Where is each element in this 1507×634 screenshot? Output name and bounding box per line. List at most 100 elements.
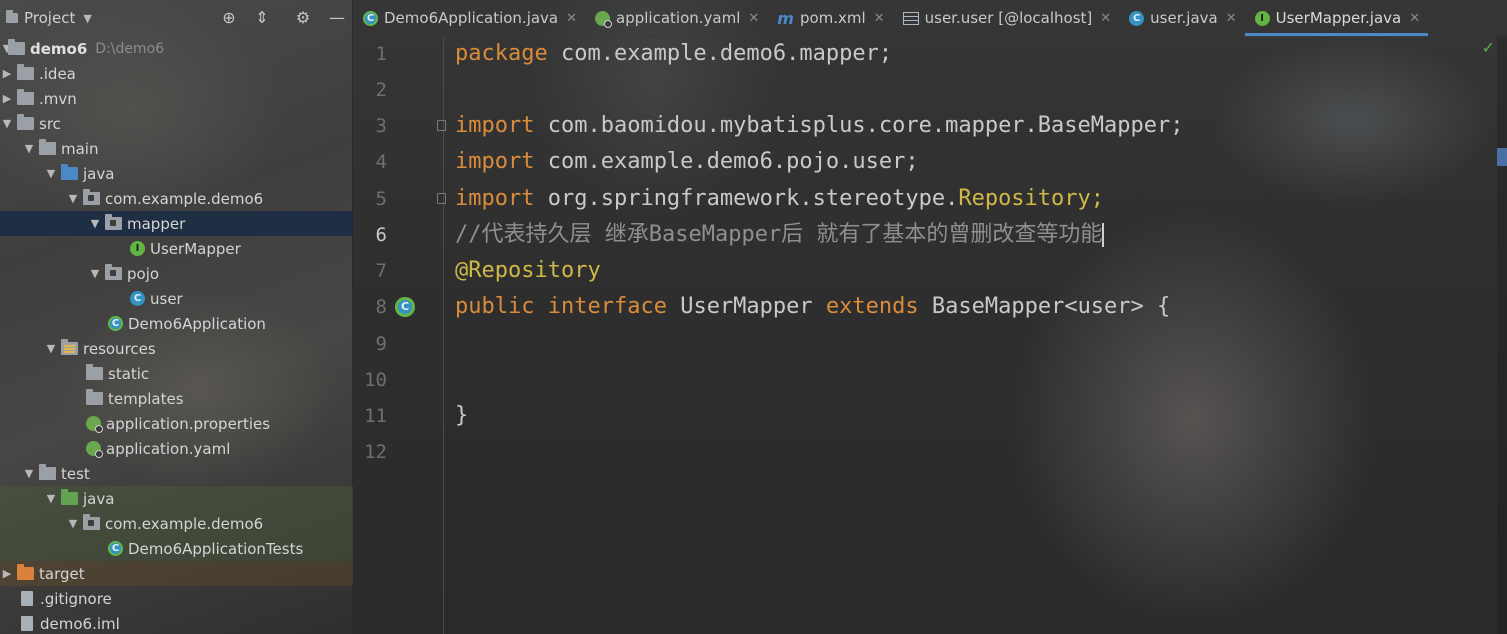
tree-item-path: D:\demo6 [95, 40, 165, 57]
tree-item-application-yaml[interactable]: application.yaml [0, 436, 353, 461]
tree-item-idea[interactable]: ▶ .idea [0, 61, 353, 86]
tab-usermapper-java[interactable]: I UserMapper.java ✕ [1244, 0, 1429, 36]
tree-item-target[interactable]: ▶ target [0, 561, 353, 586]
class-icon: C [1129, 10, 1145, 26]
expanded-arrow-icon[interactable]: ▼ [44, 167, 58, 180]
line-number: 10 [364, 369, 387, 391]
expanded-arrow-icon[interactable]: ▼ [22, 142, 36, 155]
line-number: 3 [375, 115, 387, 137]
fold-marker-icon[interactable] [437, 120, 446, 131]
file-icon [21, 616, 33, 631]
module-folder-icon [8, 39, 25, 55]
tree-item-src[interactable]: ▼ src [0, 111, 353, 136]
editor-gutter: 1 2 3 4 5 6 7 8 9 10 11 12 C [353, 36, 446, 634]
tree-item-demo6[interactable]: ▼ demo6 D:\demo6 [0, 36, 353, 61]
project-panel: Project ▼ ⊕ ⇕ ⚙ — ▼ demo6 D:\demo6 ▶ .id… [0, 0, 353, 634]
project-view-selector[interactable]: Project [24, 9, 75, 27]
tree-item-application-properties[interactable]: application.properties [0, 411, 353, 436]
tree-item-java[interactable]: ▼ java [0, 161, 353, 186]
expanded-arrow-icon[interactable]: ▼ [66, 517, 80, 530]
spring-run-class-icon: C [108, 316, 123, 331]
expanded-arrow-icon[interactable]: ▼ [44, 342, 58, 355]
hide-panel-icon[interactable]: — [327, 8, 347, 28]
expanded-arrow-icon[interactable]: ▼ [0, 117, 14, 130]
file-icon [21, 591, 33, 606]
close-icon[interactable]: ✕ [1100, 11, 1111, 26]
tree-item-label: java [83, 164, 115, 183]
line-number: 12 [364, 441, 387, 463]
test-class-icon: C [108, 541, 123, 556]
tree-item-package-com-example-demo6[interactable]: ▼ com.example.demo6 [0, 186, 353, 211]
folder-icon [17, 64, 34, 80]
tree-item-gitignore[interactable]: .gitignore [0, 586, 353, 611]
close-icon[interactable]: ✕ [874, 11, 885, 26]
close-icon[interactable]: ✕ [1226, 11, 1237, 26]
close-icon[interactable]: ✕ [748, 11, 759, 26]
close-icon[interactable]: ✕ [1409, 11, 1420, 26]
expanded-arrow-icon[interactable]: ▼ [22, 467, 36, 480]
keyword: package [455, 41, 548, 66]
tab-label: Demo6Application.java [384, 9, 559, 27]
code-line: import com.baomidou.mybatisplus.core.map… [455, 108, 1184, 144]
fold-marker-icon[interactable] [437, 193, 446, 204]
line-number: 7 [375, 260, 387, 282]
no-problems-check-icon[interactable]: ✓ [1482, 38, 1495, 57]
spring-config-icon [86, 441, 103, 458]
tab-label: UserMapper.java [1275, 9, 1402, 27]
resources-folder-icon [61, 339, 78, 355]
line-number: 11 [364, 405, 387, 427]
folder-icon [86, 389, 103, 405]
tree-item-user[interactable]: C user [0, 286, 353, 311]
scrollbar-marker [1497, 148, 1507, 166]
tab-label: user.java [1150, 9, 1218, 27]
tree-item-test-java[interactable]: ▼ java [0, 486, 353, 511]
collapsed-arrow-icon[interactable]: ▶ [0, 67, 14, 80]
expanded-arrow-icon[interactable]: ▼ [88, 267, 102, 280]
tree-item-test[interactable]: ▼ test [0, 461, 353, 486]
tree-item-usermapper[interactable]: I UserMapper [0, 236, 353, 261]
locate-icon[interactable]: ⊕ [219, 8, 239, 28]
expanded-arrow-icon[interactable]: ▼ [66, 192, 80, 205]
code-line: } [455, 398, 468, 434]
keyword: public [455, 294, 535, 319]
tab-demo6application-java[interactable]: C Demo6Application.java ✕ [353, 0, 585, 36]
tree-item-test-package[interactable]: ▼ com.example.demo6 [0, 511, 353, 536]
gear-icon[interactable]: ⚙ [293, 8, 313, 28]
tree-item-demo6application[interactable]: C Demo6Application [0, 311, 353, 336]
tab-application-yaml[interactable]: application.yaml ✕ [585, 0, 767, 36]
collapse-all-icon[interactable]: ⇕ [252, 8, 272, 28]
tree-item-demo6-iml[interactable]: demo6.iml [0, 611, 353, 634]
close-icon[interactable]: ✕ [566, 11, 577, 26]
line-number: 2 [375, 79, 387, 101]
expanded-arrow-icon[interactable]: ▼ [88, 217, 102, 230]
tree-item-demo6applicationtests[interactable]: C Demo6ApplicationTests [0, 536, 353, 561]
tree-item-pojo[interactable]: ▼ pojo [0, 261, 353, 286]
chevron-down-icon[interactable]: ▼ [83, 12, 91, 25]
collapsed-arrow-icon[interactable]: ▶ [0, 92, 14, 105]
tree-item-label: static [108, 364, 150, 383]
tab-user-java[interactable]: C user.java ✕ [1119, 0, 1244, 36]
code-text: UserMapper [666, 294, 826, 319]
tree-item-mapper[interactable]: ▼ mapper [0, 211, 353, 236]
tree-item-label: src [39, 114, 61, 133]
folder-icon [86, 364, 103, 380]
code-text: com.example.demo6.pojo.user; [534, 149, 919, 174]
tree-item-static[interactable]: static [0, 361, 353, 386]
keyword: import [455, 149, 535, 174]
tree-item-templates[interactable]: templates [0, 386, 353, 411]
tab-user-table[interactable]: user.user [@localhost] ✕ [893, 0, 1120, 36]
project-panel-header: Project ▼ ⊕ ⇕ ⚙ — [0, 0, 353, 36]
code-text: com.baomidou.mybatisplus.core.mapper.Bas… [534, 113, 1184, 138]
editor-scrollbar[interactable] [1497, 36, 1507, 634]
folder-icon [17, 89, 34, 105]
tree-item-mvn[interactable]: ▶ .mvn [0, 86, 353, 111]
tab-pom-xml[interactable]: m pom.xml ✕ [767, 0, 892, 36]
tree-item-resources[interactable]: ▼ resources [0, 336, 353, 361]
expanded-arrow-icon[interactable]: ▼ [44, 492, 58, 505]
tree-item-label: resources [83, 339, 156, 358]
collapsed-arrow-icon[interactable]: ▶ [0, 567, 14, 580]
tree-item-main[interactable]: ▼ main [0, 136, 353, 161]
tree-item-label: user [150, 289, 183, 308]
implementations-gutter-icon[interactable]: C [395, 297, 415, 317]
tree-item-label: UserMapper [150, 239, 241, 258]
